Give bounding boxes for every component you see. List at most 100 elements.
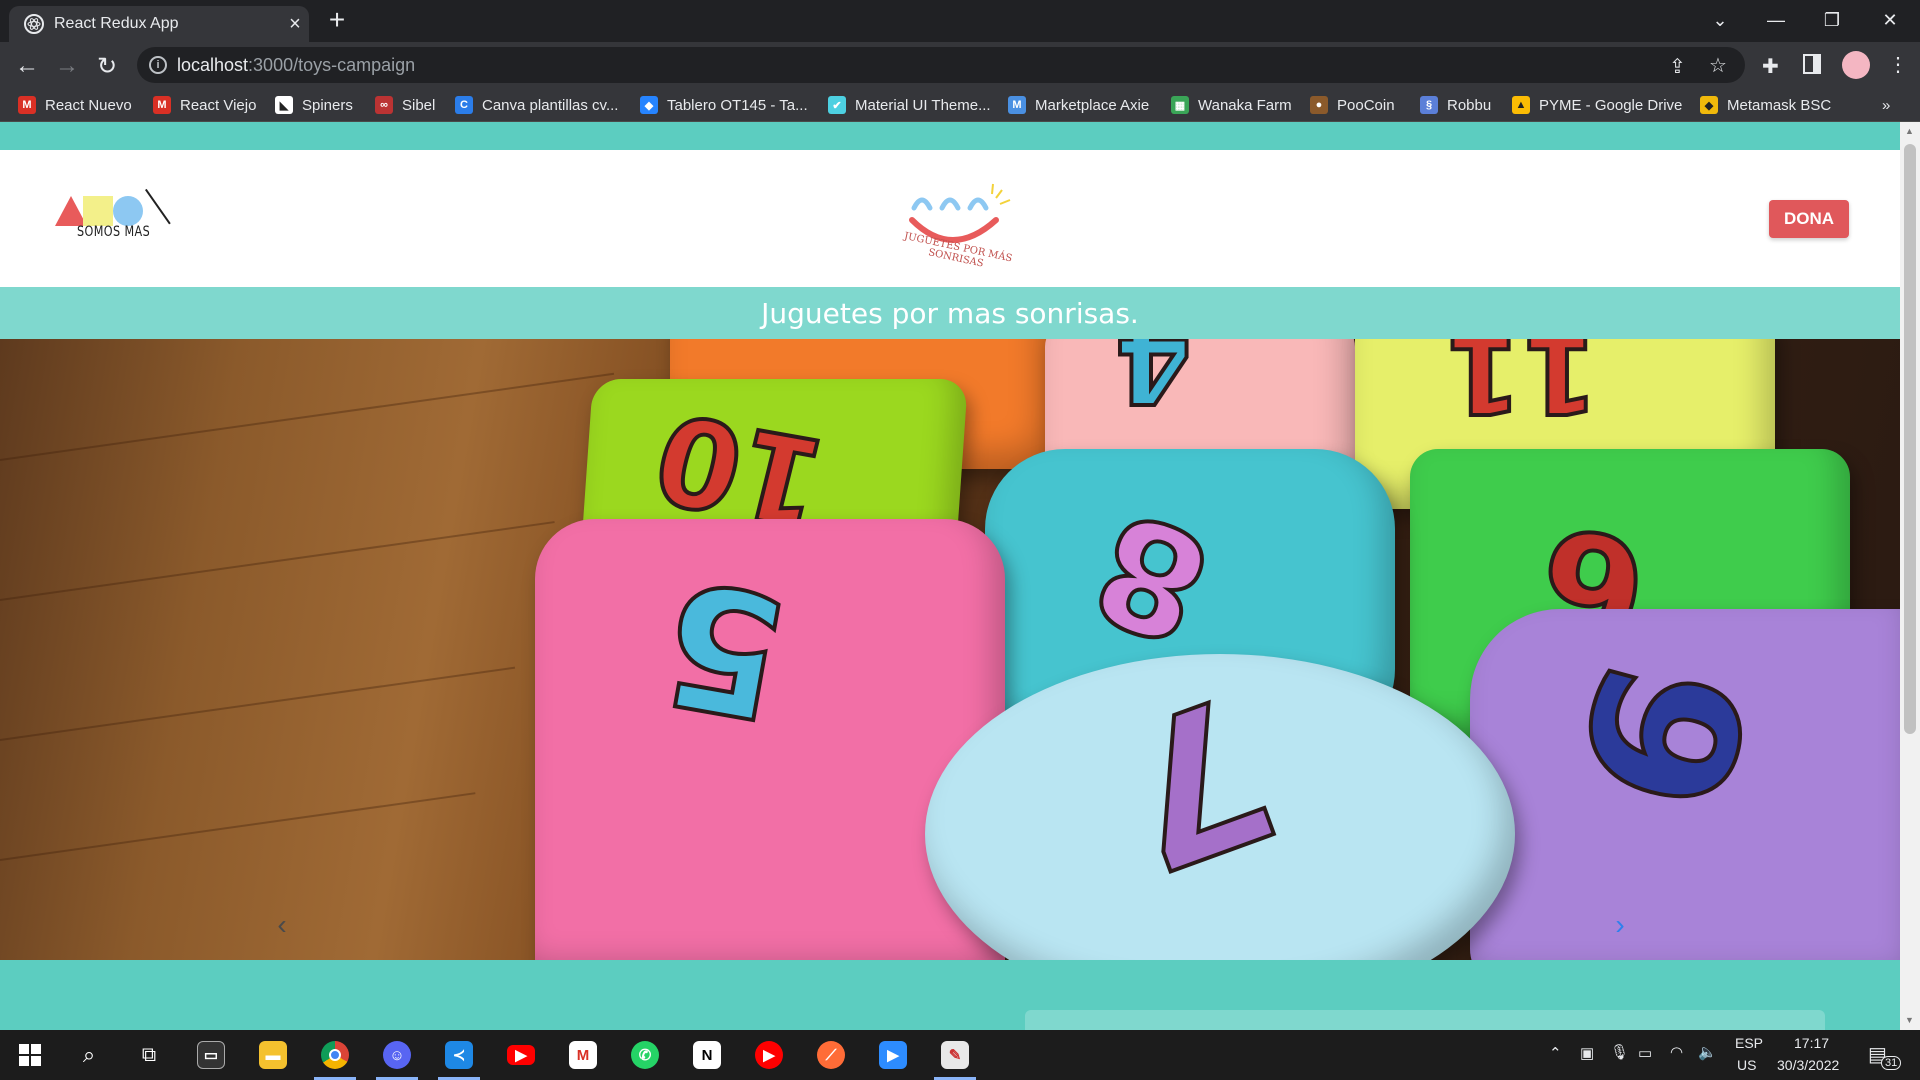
bookmark-label: Canva plantillas cv... (482, 96, 619, 114)
browser-tab-strip: React Redux App × + ⌄ — ❐ ✕ (0, 0, 1920, 42)
jira-icon: ◆ (640, 96, 658, 114)
bookmark-item[interactable]: ▲ PYME - Google Drive (1512, 94, 1682, 116)
postman-icon: ⟋ (817, 1041, 845, 1069)
bookmark-item[interactable]: § Robbu (1420, 94, 1491, 116)
share-icon[interactable]: ⇪ (1669, 54, 1686, 79)
scrollbar-thumb[interactable] (1904, 144, 1916, 734)
battery-icon[interactable]: ▭ (1638, 1044, 1652, 1062)
youtube-icon: ▶ (507, 1045, 535, 1065)
microphone-icon[interactable]: 🎙 (1610, 1043, 1629, 1061)
start-button[interactable] (3, 1030, 57, 1080)
carousel-prev-arrow[interactable]: ‹ (272, 909, 292, 941)
vscode-app[interactable]: ≺ (432, 1030, 486, 1080)
bookmark-label: Material UI Theme... (855, 96, 991, 114)
material-icon: ✔ (828, 96, 846, 114)
postman-app[interactable]: ⟋ (804, 1030, 858, 1080)
minimize-button[interactable]: — (1748, 0, 1804, 40)
restore-button[interactable]: ❐ (1804, 0, 1860, 40)
bookmark-item[interactable]: ◆ Metamask BSC (1700, 94, 1831, 116)
image-carousel[interactable]: 4 11 10 6 8 5 9 7 ‹ › (0, 339, 1900, 960)
logo-square-shape (83, 196, 113, 226)
url-text[interactable]: localhost:3000/toys-campaign (177, 55, 415, 76)
bookmark-label: PooCoin (1337, 96, 1395, 114)
volume-icon[interactable]: 🔈 (1698, 1043, 1717, 1061)
bookmark-item[interactable]: M React Nuevo (18, 94, 132, 116)
bookmark-item[interactable]: ● PooCoin (1310, 94, 1395, 116)
bookmark-item[interactable]: M Marketplace Axie (1008, 94, 1149, 116)
banner-title: Juguetes por mas sonrisas. (761, 296, 1139, 330)
bookmarks-overflow-icon[interactable]: » (1882, 94, 1890, 116)
campaign-banner: Juguetes por mas sonrisas. (0, 287, 1900, 339)
extensions-icon[interactable]: ✚ (1762, 54, 1779, 79)
discord-icon: ☺ (383, 1041, 411, 1069)
bookmarks-bar: M React Nuevo M React Viejo ◣ Spiners ∞ Sibel C C… (0, 88, 1920, 122)
windows-taskbar: ⌕ ⧉ ▭ ▬ ☺ ≺ ▶ M ✆ N ▶ ⟋ ▶ ✎ ⌃ ▣ 🎙 ▭ ◠ 🔈 … (0, 1030, 1920, 1080)
chrome-icon (321, 1041, 349, 1069)
bookmark-item[interactable]: C Canva plantillas cv... (455, 94, 618, 116)
youtube-app[interactable]: ▶ (494, 1030, 548, 1080)
reload-button[interactable]: ↻ (90, 49, 124, 83)
browser-tab[interactable]: React Redux App × (9, 6, 309, 42)
forward-button[interactable]: → (50, 49, 84, 83)
paint-app[interactable]: ✎ (928, 1030, 982, 1080)
bookmark-item[interactable]: ✔ Material UI Theme... (828, 94, 991, 116)
donate-button[interactable]: DONA (1769, 200, 1849, 238)
gmail-app[interactable]: M (556, 1030, 610, 1080)
gmail-icon: M (18, 96, 36, 114)
terminal-icon: ▭ (197, 1041, 225, 1069)
notification-count-badge: 31 (1881, 1056, 1902, 1070)
side-panel-icon[interactable] (1803, 54, 1821, 74)
meet-icon[interactable]: ▣ (1580, 1044, 1594, 1062)
file-explorer-app[interactable]: ▬ (246, 1030, 300, 1080)
menu-kebab-icon[interactable]: ⋮ (1888, 52, 1908, 77)
site-header: SOMOS MAS JUGUETES POR MÁS SONRISAS DONA (0, 150, 1900, 287)
page-scrollbar[interactable]: ▲ ▼ (1900, 122, 1920, 1030)
discord-app[interactable]: ☺ (370, 1030, 424, 1080)
search-icon: ⌕ (82, 1042, 96, 1067)
page-viewport: SOMOS MAS JUGUETES POR MÁS SONRISAS DONA… (0, 122, 1920, 1030)
bookmark-item[interactable]: ◣ Spiners (275, 94, 353, 116)
bookmark-item[interactable]: M React Viejo (153, 94, 256, 116)
sibel-icon: ∞ (375, 96, 393, 114)
address-bar[interactable]: i localhost:3000/toys-campaign ⇪ ☆ (137, 47, 1745, 83)
close-tab-icon[interactable]: × (281, 13, 309, 36)
profile-avatar[interactable] (1842, 51, 1870, 79)
spiners-icon: ◣ (275, 96, 293, 114)
back-button[interactable]: ← (10, 49, 44, 83)
wifi-icon[interactable]: ◠ (1670, 1043, 1683, 1061)
clock-time[interactable]: 17:17 (1794, 1035, 1829, 1051)
clock-date[interactable]: 30/3/2022 (1777, 1057, 1839, 1073)
language-bottom[interactable]: US (1737, 1057, 1756, 1073)
bookmark-label: PYME - Google Drive (1539, 96, 1683, 114)
bookmark-item[interactable]: ▦ Wanaka Farm (1171, 94, 1292, 116)
notion-app[interactable]: N (680, 1030, 734, 1080)
zoom-app[interactable]: ▶ (866, 1030, 920, 1080)
somos-mas-logo[interactable]: SOMOS MAS (55, 188, 175, 250)
axie-icon: M (1008, 96, 1026, 114)
task-view-icon: ⧉ (141, 1043, 157, 1066)
language-top[interactable]: ESP (1735, 1035, 1763, 1051)
content-card (1025, 1010, 1825, 1030)
terminal-app[interactable]: ▭ (184, 1030, 238, 1080)
search-taskbar-button[interactable]: ⌕ (62, 1030, 116, 1080)
bookmark-label: Spiners (302, 96, 353, 114)
browser-toolbar: ← → ↻ i localhost:3000/toys-campaign ⇪ ☆… (0, 42, 1920, 88)
task-view-button[interactable]: ⧉ (122, 1030, 176, 1080)
tab-search-icon[interactable]: ⌄ (1692, 0, 1748, 40)
whatsapp-app[interactable]: ✆ (618, 1030, 672, 1080)
bookmark-label: Sibel (402, 96, 436, 114)
drive-icon: ▲ (1512, 96, 1530, 114)
bookmark-item[interactable]: ◆ Tablero OT145 - Ta... (640, 94, 808, 116)
site-info-icon[interactable]: i (149, 56, 167, 74)
youtube-music-app[interactable]: ▶ (742, 1030, 796, 1080)
bookmark-item[interactable]: ∞ Sibel (375, 94, 435, 116)
zoom-icon: ▶ (879, 1041, 907, 1069)
new-tab-button[interactable]: + (322, 6, 352, 36)
bookmark-star-icon[interactable]: ☆ (1709, 53, 1727, 78)
carousel-next-arrow[interactable]: › (1610, 909, 1630, 941)
bookmark-label: Robbu (1447, 96, 1492, 114)
chrome-app[interactable] (308, 1030, 362, 1080)
tray-chevron-icon[interactable]: ⌃ (1549, 1044, 1562, 1062)
close-window-button[interactable]: ✕ (1862, 0, 1918, 40)
bsc-icon: ◆ (1700, 96, 1718, 114)
